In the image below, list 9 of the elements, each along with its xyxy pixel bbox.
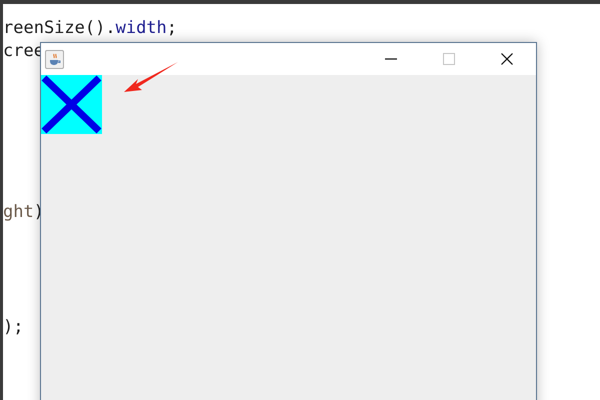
pointer-arrow [122, 60, 180, 95]
maximize-icon [443, 53, 455, 65]
coffee-cup-icon [48, 52, 61, 66]
code-line: ); [3, 317, 24, 337]
cross-drawing [41, 75, 102, 134]
minimize-icon [385, 58, 397, 60]
code-line: reenSize().width; [3, 18, 178, 38]
app-icon-button[interactable] [45, 50, 64, 68]
close-icon [501, 53, 513, 65]
